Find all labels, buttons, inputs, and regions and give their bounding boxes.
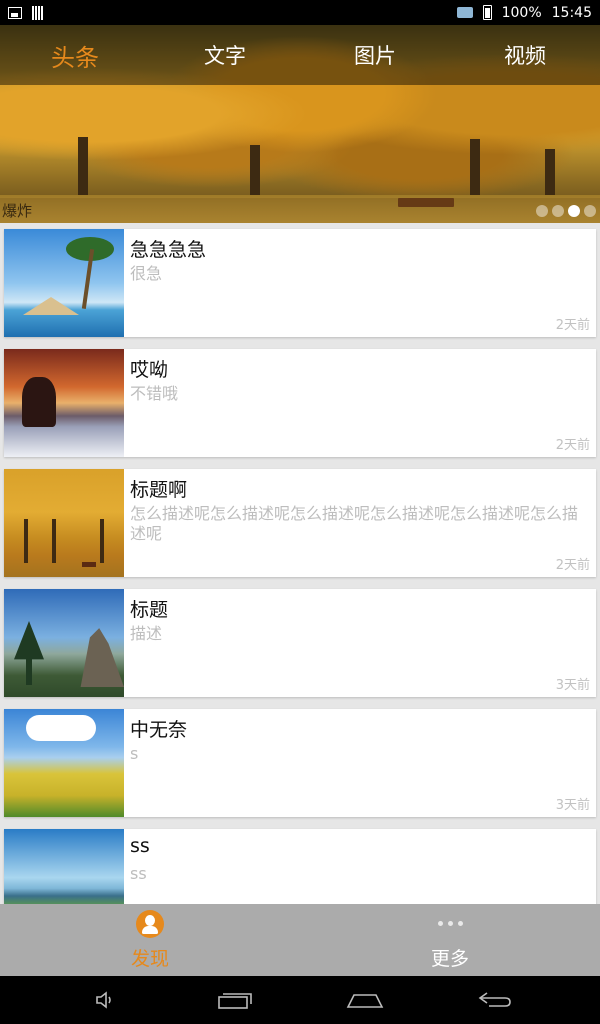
feed-item-description: ss [130,864,147,883]
tab-pictures[interactable]: 图片 [300,25,450,85]
carousel-indicator [536,204,596,217]
tree-trunk [100,519,104,563]
category-tab-bar: 头条 文字 图片 视频 [0,25,600,85]
tab-headlines[interactable]: 头条 [0,25,150,85]
feed-item[interactable]: ss ss [4,829,596,904]
sync-icon [456,7,473,18]
feed-item-description: s [130,744,139,763]
carousel-dot[interactable] [536,204,548,217]
battery-icon [482,5,492,20]
clock: 15:45 [551,4,592,21]
feed-item-title: 哎呦 [130,359,169,381]
status-right: 100% 15:45 [456,4,592,21]
feed-item-time: 2天前 [555,558,590,573]
feed-item-title: 急急急急 [130,239,207,261]
feed-item[interactable]: 中无奈 s 3天前 [4,709,596,817]
nav-discover[interactable]: 发现 [0,904,300,976]
feed-item[interactable]: 标题啊 怎么描述呢怎么描述呢怎么描述呢怎么描述呢怎么描述呢怎么描述呢 2天前 [4,469,596,577]
feed-item[interactable]: 哎呦 不错哦 2天前 [4,349,596,457]
banner-tree-trunk [545,149,555,197]
feed-thumbnail [4,229,124,337]
tree-trunk [52,519,56,563]
recent-apps-button[interactable] [215,986,255,1014]
bench [82,562,96,567]
cloud [26,715,96,741]
recent-apps-icon [218,993,252,1009]
banner-tree-trunk [470,139,480,197]
banner-caption-bar: 爆炸 [0,198,600,223]
pine-tree [14,621,44,685]
volume-icon [96,991,111,1009]
feed-item-time: 3天前 [555,678,590,693]
feed-item-description: 描述 [130,624,163,643]
feed-item-title: 标题 [130,599,169,621]
volume-button[interactable] [85,986,125,1014]
feed-item-time: 3天前 [555,798,590,813]
feed-thumbnail [4,709,124,817]
battery-percent: 100% [501,4,542,21]
banner-tree-trunk [250,145,260,197]
barcode-notification-icon [32,5,44,20]
rock-peak [80,628,124,687]
nav-more-label: 更多 [430,947,469,970]
feed-thumbnail [4,589,124,697]
home-icon [346,994,384,1008]
bare-tree [22,377,56,427]
home-button[interactable] [345,986,385,1014]
tab-text[interactable]: 文字 [150,25,300,85]
feed-item-description: 不错哦 [130,384,179,403]
tree-trunk [24,519,28,563]
carousel-dot-active[interactable] [568,204,580,217]
feed-item-time: 2天前 [555,318,590,333]
banner-carousel[interactable]: 头条 文字 图片 视频 爆炸 [0,25,600,223]
feed-item-title: 中无奈 [130,719,188,741]
carousel-dot[interactable] [552,204,564,217]
image-notification-icon [8,6,22,19]
status-bar: 100% 15:45 [0,0,600,25]
feed-thumbnail [4,469,124,577]
back-icon [478,992,511,1007]
feed-thumbnail [4,829,124,904]
nav-more[interactable]: 更多 [300,904,600,976]
discover-icon [136,909,164,938]
bottom-navigation: 发现 更多 [0,904,600,976]
status-left [8,5,44,20]
feed-item-description: 怎么描述呢怎么描述呢怎么描述呢怎么描述呢怎么描述呢怎么描述呢 [130,504,579,543]
system-navigation-bar [0,976,600,1024]
banner-tree-trunk [78,137,88,197]
feed-item[interactable]: 急急急急 很急 2天前 [4,229,596,337]
feed-item-title: 标题啊 [130,479,188,501]
feed-item-title: ss [130,835,150,857]
feed-thumbnail [4,349,124,457]
hut [23,297,79,315]
news-feed-list[interactable]: 急急急急 很急 2天前 哎呦 不错哦 2天前 标题啊 怎么描述呢怎么描述呢怎么描… [0,223,600,904]
carousel-dot[interactable] [584,204,596,217]
feed-item[interactable]: 标题 描述 3天前 [4,589,596,697]
banner-caption: 爆炸 [2,202,33,220]
tab-videos[interactable]: 视频 [450,25,600,85]
feed-item-description: 很急 [130,264,163,283]
back-button[interactable] [475,986,515,1014]
nav-discover-label: 发现 [130,947,169,970]
more-icon [437,910,463,938]
feed-item-time: 2天前 [555,438,590,453]
